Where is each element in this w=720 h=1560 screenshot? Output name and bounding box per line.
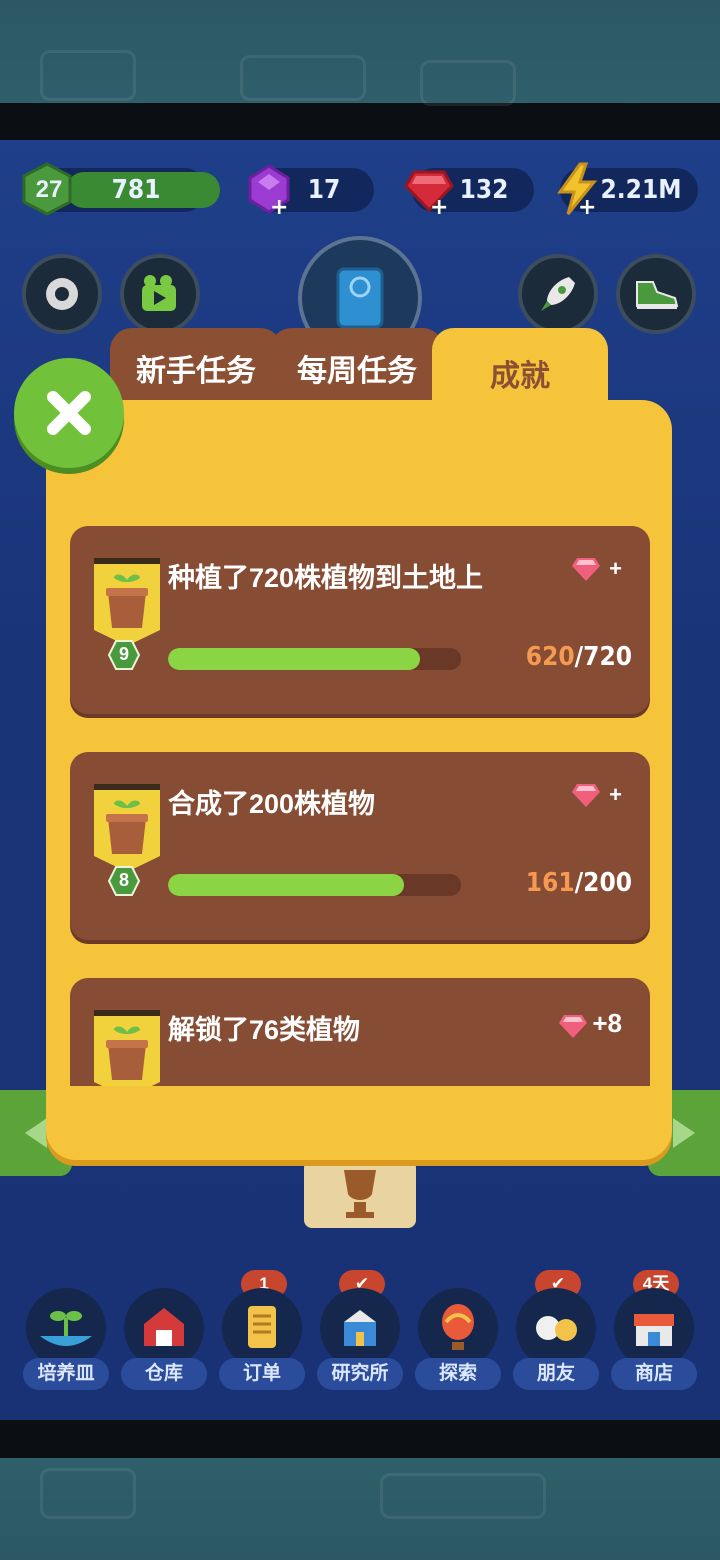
red-gem-counter[interactable]: + 132 xyxy=(404,168,534,216)
background-pattern xyxy=(40,1468,136,1519)
plant-pot-badge-icon xyxy=(94,1010,160,1088)
nav-icon-bg xyxy=(124,1288,204,1368)
tab-beginner-tasks[interactable]: 新手任务 xyxy=(110,328,282,408)
lab-icon xyxy=(344,1310,376,1346)
nav-icon-bg xyxy=(516,1288,596,1368)
arrow-right-icon xyxy=(673,1118,695,1148)
achievement-card-clip: 解锁了76类植物 +8 xyxy=(70,978,650,1088)
bottom-letterbox xyxy=(0,1458,720,1560)
background-pattern xyxy=(240,55,366,101)
energy-counter[interactable]: + 2.21M xyxy=(557,162,698,216)
achievement-card: 解锁了76类植物 +8 xyxy=(70,978,650,1088)
nav-warehouse[interactable]: 仓库 xyxy=(121,1288,207,1390)
progress-current: 620 xyxy=(525,642,575,672)
achievement-card: 8 合成了200株植物 + 161/200 xyxy=(70,752,650,940)
progress-bar xyxy=(168,874,461,896)
progress-fill xyxy=(168,648,421,670)
nav-icon-bg xyxy=(26,1288,106,1368)
achievement-reward: +8 xyxy=(558,1008,622,1039)
nav-friends[interactable]: ✔ 朋友 xyxy=(513,1270,599,1390)
tab-weekly-tasks[interactable]: 每周任务 xyxy=(270,328,444,408)
balloon-icon xyxy=(442,1304,474,1350)
achievement-reward: + xyxy=(571,782,622,808)
trophy-icon xyxy=(344,1170,376,1218)
pink-gem-icon xyxy=(559,1015,588,1038)
video-button[interactable] xyxy=(120,254,200,334)
svg-text:+: + xyxy=(430,195,448,216)
nav-petri-dish[interactable]: 培养皿 xyxy=(23,1288,109,1390)
purple-gem-counter[interactable]: + 17 xyxy=(248,164,374,216)
tab-label: 成就 xyxy=(490,360,550,393)
reward-amount: + xyxy=(609,782,622,807)
settings-button[interactable] xyxy=(22,254,102,334)
nav-label: 研究所 xyxy=(317,1358,403,1390)
background-pattern xyxy=(40,50,136,101)
shop-icon xyxy=(634,1314,674,1346)
nav-label: 朋友 xyxy=(513,1358,599,1390)
pink-gem-icon xyxy=(572,784,601,807)
nav-icon-bg xyxy=(418,1288,498,1368)
svg-text:+: + xyxy=(578,195,596,216)
nav-icon-bg xyxy=(320,1288,400,1368)
achievement-title: 种植了720株植物到土地上 xyxy=(168,563,484,593)
game-screen: 27 781 + 17 + 132 + 2.21M 新手任务 每周任务 成就 9… xyxy=(0,140,720,1420)
tab-label: 每周任务 xyxy=(297,355,417,388)
plant-pot-badge-icon xyxy=(94,558,160,646)
progress-total: /200 xyxy=(574,868,632,898)
rocket-button[interactable] xyxy=(518,254,598,334)
achievement-title: 解锁了76类植物 xyxy=(168,1015,361,1045)
background-pattern xyxy=(420,60,516,106)
achievement-level: 9 xyxy=(118,644,129,664)
ruby-plus-icon: + xyxy=(404,170,454,216)
close-icon xyxy=(47,391,91,435)
nav-label: 订单 xyxy=(219,1358,305,1390)
sprout-icon xyxy=(40,1311,92,1346)
achievement-title: 合成了200株植物 xyxy=(168,789,376,819)
close-button[interactable] xyxy=(14,358,124,468)
reward-amount: +8 xyxy=(592,1008,622,1038)
svg-text:+: + xyxy=(270,195,288,216)
progress-current: 161 xyxy=(525,868,575,898)
lightning-plus-icon: + xyxy=(557,162,598,216)
nav-icon-bg xyxy=(222,1288,302,1368)
nav-label: 探索 xyxy=(415,1358,501,1390)
trophy-sign[interactable] xyxy=(304,1160,416,1228)
nav-label: 培养皿 xyxy=(23,1358,109,1390)
level-coins-counter[interactable]: 27 781 xyxy=(22,162,220,216)
friends-icon xyxy=(536,1316,577,1341)
coins-value: 781 xyxy=(111,175,161,205)
nav-shop[interactable]: 4天 商店 xyxy=(611,1270,697,1390)
nav-orders[interactable]: 1 订单 xyxy=(219,1270,305,1390)
background-pattern xyxy=(380,1473,546,1519)
video-camera-icon xyxy=(142,275,176,311)
nav-explore[interactable]: 探索 xyxy=(415,1288,501,1390)
reward-amount: + xyxy=(609,556,622,581)
shoe-button[interactable] xyxy=(616,254,696,334)
nav-research[interactable]: ✔ 研究所 xyxy=(317,1270,403,1390)
book-icon xyxy=(336,267,384,329)
tab-label: 新手任务 xyxy=(136,355,256,388)
top-letterbox xyxy=(0,0,720,106)
progress-fill xyxy=(168,874,404,896)
pink-gem-icon xyxy=(572,558,601,581)
purple-gem-plus-icon: + xyxy=(248,164,290,216)
plant-pot-badge-icon xyxy=(94,784,160,872)
achievement-reward: + xyxy=(571,556,622,582)
progress-bar xyxy=(168,648,461,670)
sneaker-icon xyxy=(636,281,679,309)
panel-footer xyxy=(70,1086,650,1126)
progress-count: 161/200 xyxy=(526,868,632,898)
gear-icon xyxy=(46,278,78,310)
nav-label: 商店 xyxy=(611,1358,697,1390)
scroll-icon xyxy=(248,1306,276,1348)
progress-count: 620/720 xyxy=(526,642,632,672)
achievement-card: 9 种植了720株植物到土地上 + 620/720 xyxy=(70,526,650,714)
achievement-level: 8 xyxy=(118,870,129,890)
nav-icon-bg xyxy=(614,1288,694,1368)
nav-label: 仓库 xyxy=(121,1358,207,1390)
progress-total: /720 xyxy=(574,642,632,672)
rocket-icon xyxy=(541,277,575,311)
barn-icon xyxy=(144,1308,184,1346)
